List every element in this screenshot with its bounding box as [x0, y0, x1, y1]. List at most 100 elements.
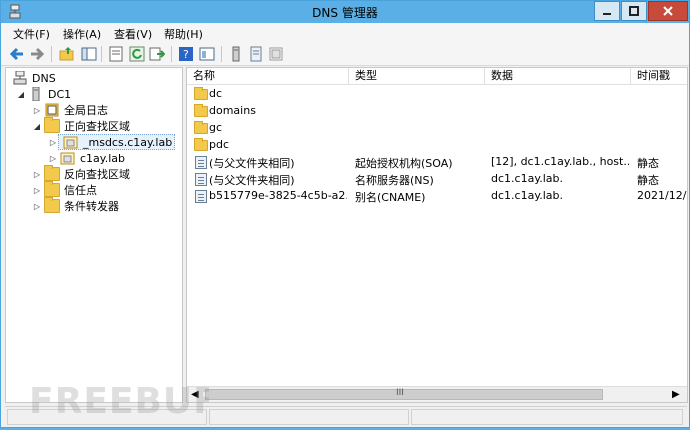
tree-node-trust-points[interactable]: ▷ 信任点 [32, 181, 97, 198]
tree-node-msdcs-zone[interactable]: ▷ _msdcs.c1ay.lab [48, 134, 176, 150]
list-item-folder[interactable]: gc [187, 120, 687, 137]
menu-action[interactable]: 操作(A) [63, 26, 101, 42]
scroll-left-icon[interactable]: ◀ [191, 389, 199, 400]
folder-icon [44, 181, 60, 197]
record-name: (与父文件夹相同) [209, 157, 295, 170]
title-bar[interactable]: DNS 管理器 [1, 1, 689, 23]
maximize-icon [629, 6, 639, 16]
forward-arrow-icon[interactable] [29, 46, 45, 62]
tree-label-reverse-zones: 反向查找区域 [64, 168, 130, 181]
menu-file[interactable]: 文件(F) [13, 26, 50, 42]
tree-node-dc1[interactable]: ◢ DC1 [16, 86, 71, 102]
log-book-icon [44, 103, 60, 117]
record-timestamp: 静态 [637, 157, 659, 170]
menu-view[interactable]: 查看(V) [114, 26, 152, 42]
record-data: [12], dc1.c1ay.lab., host... [491, 155, 629, 168]
help-icon[interactable]: ? [178, 46, 194, 62]
svg-text:?: ? [183, 48, 189, 61]
folder-name: dc [209, 87, 223, 100]
expand-arrow-icon[interactable]: ▷ [48, 138, 58, 147]
records-list-view: 名称 类型 数据 时间戳 dc domains gc pdc (与父文件夹相同)… [186, 67, 688, 403]
column-header-timestamp[interactable]: 时间戳 [631, 68, 687, 85]
tree-node-dns[interactable]: DNS [10, 70, 56, 86]
folder-icon [194, 87, 208, 100]
folder-icon [194, 138, 208, 151]
dns-record-icon [195, 190, 207, 203]
column-header-data[interactable]: 数据 [485, 68, 631, 85]
expand-arrow-icon[interactable]: ▷ [32, 170, 42, 179]
folder-icon [44, 165, 60, 181]
selected-tree-item[interactable]: _msdcs.c1ay.lab [58, 134, 176, 150]
list-item-record[interactable]: b515779e-3825-4c5b-a2... 别名(CNAME) dc1.c… [187, 188, 687, 205]
list-item-folder[interactable]: pdc [187, 137, 687, 154]
minimize-icon [603, 13, 611, 15]
menu-bar: 文件(F) 操作(A) 查看(V) 帮助(H) [1, 23, 689, 42]
zone-icon [63, 135, 79, 149]
toolbar-separator [221, 46, 222, 62]
scrollbar-grip: III [396, 388, 404, 398]
record-data: dc1.c1ay.lab. [491, 172, 564, 185]
toolbar-separator [101, 46, 102, 62]
scrollbar-thumb[interactable]: III [205, 388, 603, 400]
tree-label-dc1: DC1 [48, 87, 72, 101]
folder-icon [194, 121, 208, 134]
status-bar [5, 406, 687, 426]
close-button[interactable] [648, 1, 688, 21]
collapse-arrow-icon[interactable]: ◢ [16, 90, 26, 99]
export-list-icon[interactable] [149, 46, 166, 62]
maximize-button[interactable] [621, 1, 647, 21]
tree-node-forward-zones[interactable]: ◢ 正向查找区域 [32, 117, 130, 134]
record-timestamp: 静态 [637, 174, 659, 187]
close-icon [663, 6, 673, 16]
zone-icon[interactable] [268, 46, 284, 62]
tree-label-forward-zones: 正向查找区域 [64, 120, 130, 133]
up-folder-icon[interactable] [59, 46, 75, 62]
menu-help[interactable]: 帮助(H) [164, 26, 203, 42]
list-item-record[interactable]: (与父文件夹相同) 起始授权机构(SOA) [12], dc1.c1ay.lab… [187, 154, 687, 171]
record-type: 别名(CNAME) [355, 191, 426, 204]
show-console-tree-icon[interactable] [81, 46, 97, 62]
toolbar-separator [171, 46, 172, 62]
horizontal-scrollbar[interactable]: ◀ III ▶ [187, 386, 687, 402]
status-segment [7, 409, 207, 425]
list-item-folder[interactable]: domains [187, 103, 687, 120]
folder-name: domains [209, 104, 256, 117]
record-name: b515779e-3825-4c5b-a2... [209, 189, 347, 202]
tree-node-conditional-forwarders[interactable]: ▷ 条件转发器 [32, 197, 119, 214]
properties-icon[interactable] [108, 46, 124, 62]
console-icon[interactable] [199, 46, 215, 62]
list-item-folder[interactable]: dc [187, 86, 687, 103]
tree-label-c1ay-zone: c1ay.lab [80, 151, 126, 165]
tree-node-global-logs[interactable]: ▷ 全局日志 [32, 102, 108, 118]
record-data: dc1.c1ay.lab. [491, 189, 564, 202]
record-list-icon[interactable] [248, 46, 264, 62]
list-item-record[interactable]: (与父文件夹相同) 名称服务器(NS) dc1.c1ay.lab. 静态 [187, 171, 687, 188]
expand-arrow-icon[interactable]: ▷ [32, 186, 42, 195]
dns-record-icon [195, 173, 207, 186]
tree-label-dns: DNS [32, 71, 56, 85]
expand-arrow-icon[interactable]: ▷ [48, 154, 58, 163]
server-icon [28, 86, 44, 102]
collapse-arrow-icon[interactable]: ◢ [32, 122, 42, 131]
tree-label-global-logs: 全局日志 [64, 104, 108, 117]
server-icon[interactable] [228, 46, 244, 62]
dns-root-icon [12, 70, 28, 85]
tree-node-reverse-zones[interactable]: ▷ 反向查找区域 [32, 165, 130, 182]
refresh-icon[interactable] [129, 46, 145, 62]
expand-arrow-icon[interactable]: ▷ [32, 202, 42, 211]
tree-node-c1ay-zone[interactable]: ▷ c1ay.lab [48, 150, 125, 166]
column-header-name[interactable]: 名称 [187, 68, 349, 85]
expand-arrow-icon[interactable]: ▷ [32, 106, 42, 115]
console-tree: DNS ◢ DC1 ▷ 全局日志 ◢ 正向查找区域 ▷ _msdcs.c1ay.… [5, 67, 183, 403]
column-header-type[interactable]: 类型 [349, 68, 485, 85]
record-type: 名称服务器(NS) [355, 174, 434, 187]
folder-icon [44, 117, 60, 133]
scroll-right-icon[interactable]: ▶ [672, 389, 680, 400]
folder-icon [194, 104, 208, 117]
folder-icon [44, 197, 60, 213]
zone-icon [60, 151, 76, 165]
minimize-button[interactable] [594, 1, 620, 21]
status-segment [411, 409, 683, 425]
back-arrow-icon[interactable] [9, 46, 25, 62]
record-type: 起始授权机构(SOA) [355, 157, 453, 170]
